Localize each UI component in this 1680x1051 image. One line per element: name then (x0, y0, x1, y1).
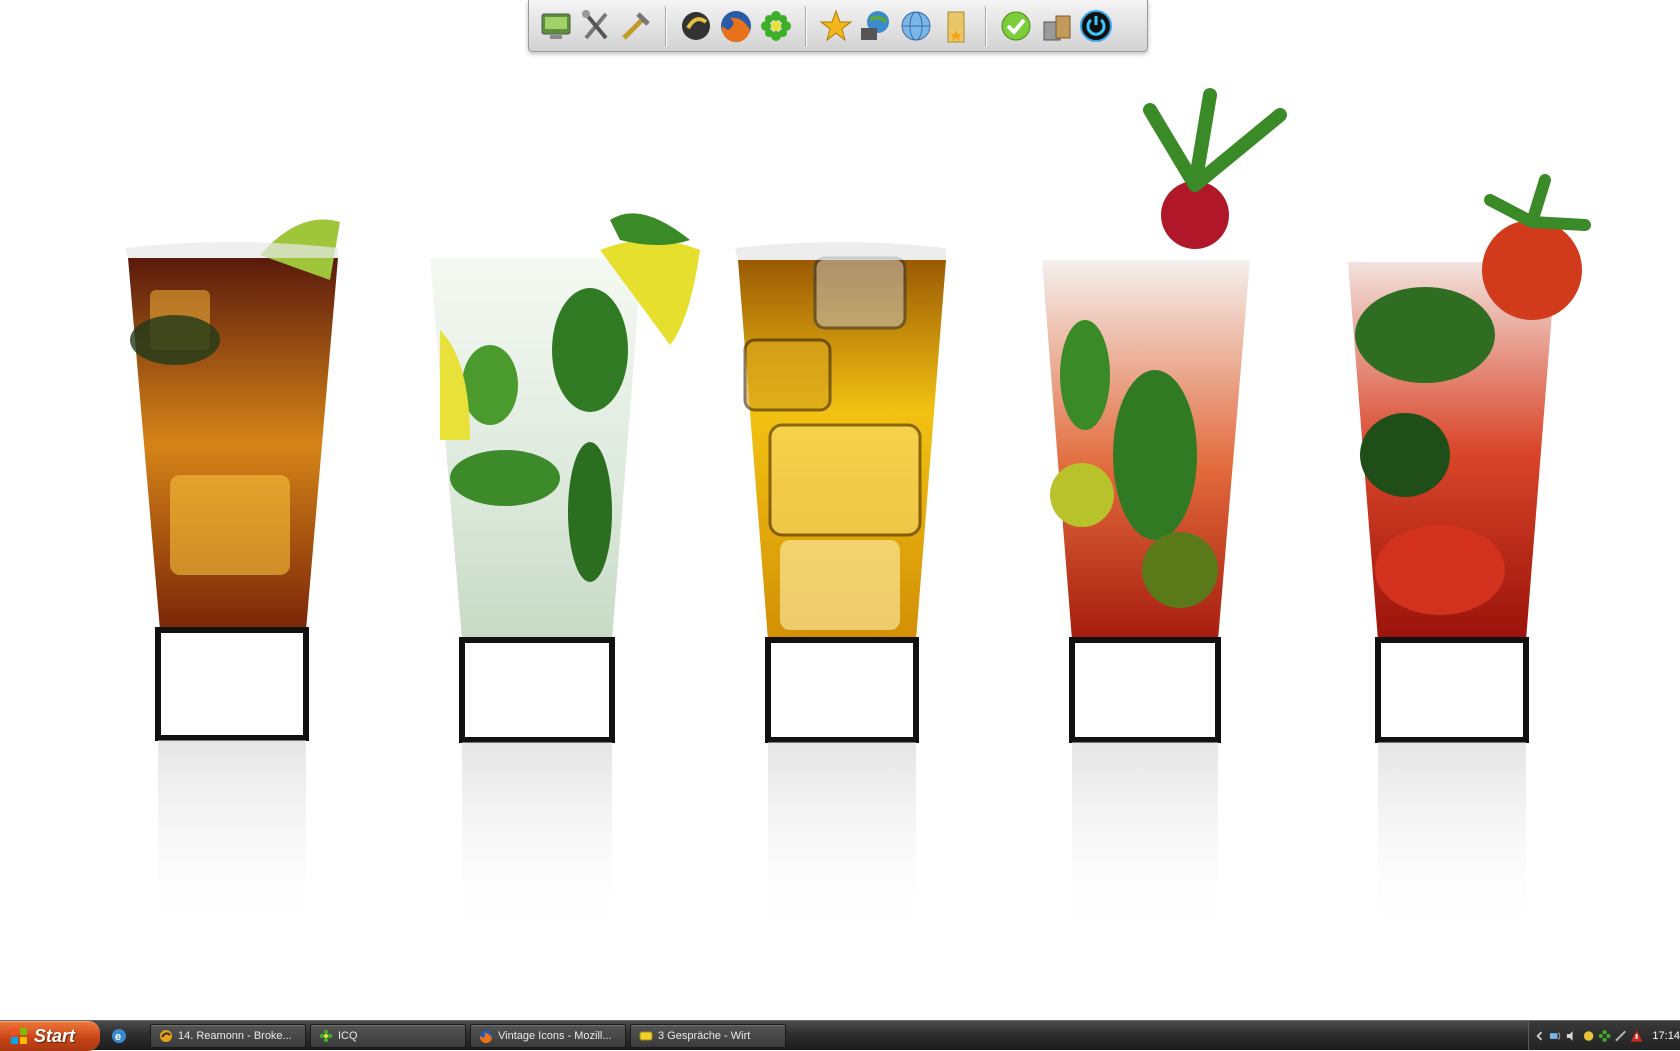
start-label: Start (34, 1025, 76, 1046)
tray-expand-arrow-icon[interactable] (1533, 1029, 1546, 1043)
media-player-icon[interactable] (677, 7, 715, 45)
dock-separator (985, 5, 987, 46)
messenger-icon[interactable] (1582, 1029, 1595, 1043)
firefox-icon (479, 1030, 492, 1043)
icq-tray-icon[interactable] (1598, 1029, 1611, 1043)
taskbar-button-icq[interactable]: ICQ (310, 1024, 466, 1048)
glass-strawberry (1348, 174, 1591, 942)
power-icon[interactable] (1077, 7, 1115, 45)
tool-tray-icon[interactable] (1614, 1029, 1627, 1043)
warning-icon[interactable] (1630, 1029, 1643, 1043)
taskbar: Start e 14. Reamonn - Broke... ICQ Vinta… (0, 1020, 1680, 1051)
dock-toolbar (528, 0, 1148, 52)
svg-text:e: e (115, 1031, 121, 1043)
clock[interactable]: 17:14 (1652, 1030, 1680, 1042)
icq-icon[interactable] (757, 7, 795, 45)
winamp-icon (160, 1030, 172, 1042)
taskbar-button-firefox[interactable]: Vintage Icons - Mozill... (470, 1024, 626, 1048)
start-button[interactable]: Start (0, 1021, 100, 1051)
my-computer-icon[interactable] (537, 7, 575, 45)
glass-whiskey-soda (735, 242, 946, 942)
settings-icon[interactable] (617, 7, 655, 45)
network-icon[interactable] (857, 7, 895, 45)
dock-separator (805, 5, 807, 46)
internet-globe-icon[interactable] (897, 7, 935, 45)
taskbar-button-label: ICQ (338, 1030, 358, 1042)
wallpaper-cocktail-glasses (125, 88, 1591, 942)
glass-mojito (430, 213, 700, 942)
system-tray: 17:14 (1528, 1021, 1680, 1050)
firefox-icon[interactable] (717, 7, 755, 45)
windows-flag-icon (11, 1028, 27, 1044)
glass-cola (125, 219, 340, 940)
taskbar-button-label: 3 Gespräche - Wirt (658, 1030, 751, 1042)
network-status-icon[interactable] (1549, 1029, 1562, 1043)
folder-icon[interactable] (937, 7, 975, 45)
taskbar-button-winamp[interactable]: 14. Reamonn - Broke... (150, 1024, 306, 1048)
glass-berry-mint (1042, 88, 1287, 942)
chat-icon (639, 1031, 653, 1041)
taskbar-button-label: Vintage Icons - Mozill... (498, 1030, 612, 1042)
checkmark-icon[interactable] (997, 7, 1035, 45)
dock-separator (665, 5, 667, 46)
recycle-bin-icon[interactable] (1037, 7, 1075, 45)
quicklaunch-internet-explorer-icon[interactable]: e (108, 1026, 130, 1046)
favorites-star-icon[interactable] (817, 7, 855, 45)
tools-icon[interactable] (577, 7, 615, 45)
icq-icon (319, 1029, 333, 1043)
desktop[interactable] (0, 0, 1680, 1020)
volume-icon[interactable] (1565, 1029, 1578, 1043)
taskbar-button-label: 14. Reamonn - Broke... (178, 1030, 292, 1042)
taskbar-button-chat[interactable]: 3 Gespräche - Wirt (630, 1024, 786, 1048)
